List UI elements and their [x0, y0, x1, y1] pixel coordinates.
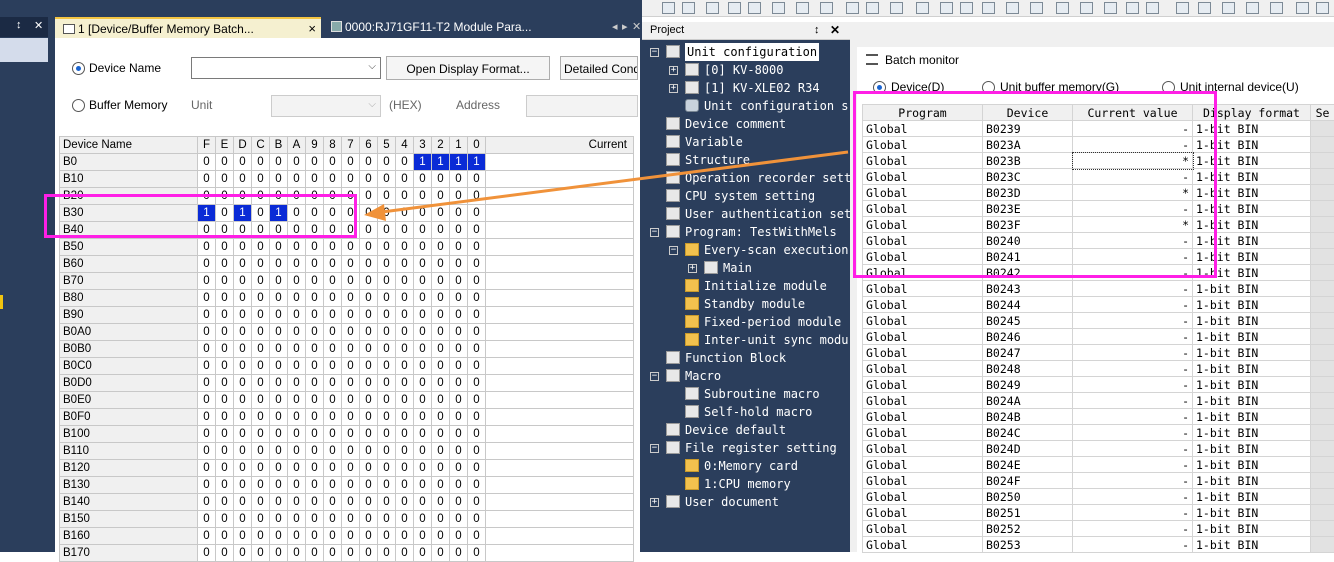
- arrow-line: [382, 152, 848, 212]
- annotation-arrow: [0, 0, 1334, 552]
- arrow-head: [364, 204, 386, 221]
